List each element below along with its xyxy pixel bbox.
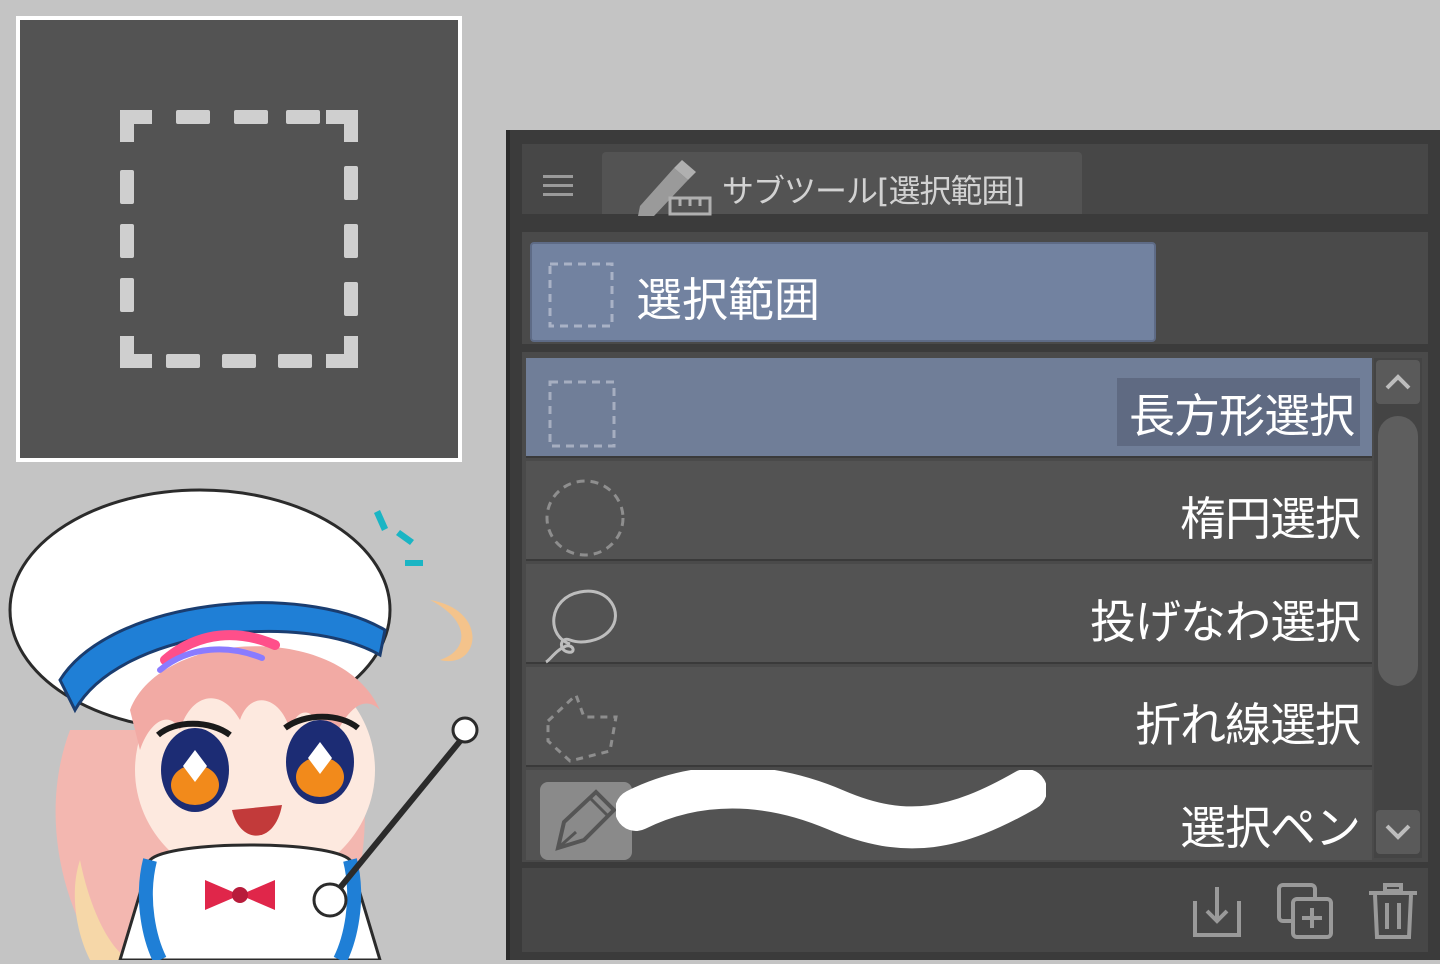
import-subtool-button[interactable] <box>1182 876 1252 946</box>
duplicate-add-icon <box>1277 883 1333 939</box>
polyline-selection-icon <box>546 692 618 763</box>
subtool-group-label: 選択範囲 <box>636 273 820 327</box>
chevron-down-icon <box>1385 824 1411 840</box>
subtool-item-label: 投げなわ選択 <box>1090 595 1361 649</box>
scroll-down-button[interactable] <box>1376 810 1420 854</box>
brush-stroke-preview <box>616 770 1046 849</box>
import-download-icon <box>1193 887 1241 937</box>
trash-icon <box>1369 883 1417 939</box>
scroll-thumb[interactable] <box>1378 416 1418 686</box>
subtool-group-selection-button[interactable]: 選択範囲 <box>530 242 1156 342</box>
subtool-list-scrollbar[interactable] <box>1374 358 1422 858</box>
subtool-item-polyline[interactable]: 折れ線選択 <box>526 667 1372 767</box>
subtool-panel: サブツール[選択範囲] 選択範囲 長方形選択 楕円選択 投げなわ選択 折れ線選択… <box>506 130 1440 960</box>
rectangle-selection-icon <box>548 262 614 328</box>
pencil-ruler-icon <box>638 160 712 216</box>
rectangle-selection-icon <box>120 110 358 368</box>
chevron-up-icon <box>1385 374 1411 390</box>
subtool-panel-footer <box>522 868 1428 952</box>
subtool-item-label: 折れ線選択 <box>1135 698 1361 752</box>
subtool-item-lasso[interactable]: 投げなわ選択 <box>526 564 1372 664</box>
delete-subtool-button[interactable] <box>1358 876 1428 946</box>
subtool-list: 長方形選択 楕円選択 投げなわ選択 折れ線選択 選択ペン <box>526 358 1372 860</box>
tab-label: サブツール[選択範囲] <box>722 172 1025 210</box>
tab-subtool-selection[interactable]: サブツール[選択範囲] <box>602 152 1082 216</box>
panel-menu-button[interactable] <box>528 158 588 214</box>
hamburger-menu-icon <box>543 175 573 196</box>
rectangle-selection-icon <box>548 380 616 448</box>
mascot-character-icon <box>8 488 479 964</box>
duplicate-subtool-button[interactable] <box>1270 876 1340 946</box>
scroll-up-button[interactable] <box>1376 360 1420 404</box>
subtool-list-area: 長方形選択 楕円選択 投げなわ選択 折れ線選択 選択ペン <box>522 352 1428 862</box>
subtool-item-label: 選択ペン <box>1180 801 1361 855</box>
ellipse-selection-icon <box>545 479 625 557</box>
lasso-selection-icon <box>545 589 617 664</box>
panel-tab-bar: サブツール[選択範囲] <box>522 144 1428 216</box>
subtool-item-ellipse[interactable]: 楕円選択 <box>526 461 1372 561</box>
subtool-item-selection-pen[interactable]: 選択ペン <box>526 770 1372 860</box>
selection-icon-preview <box>16 16 462 462</box>
subtool-group-bar: 選択範囲 <box>522 232 1428 344</box>
subtool-item-rectangle[interactable]: 長方形選択 <box>526 358 1372 458</box>
mascot-illustration <box>0 480 500 964</box>
subtool-item-label: 楕円選択 <box>1180 492 1361 546</box>
subtool-item-label: 長方形選択 <box>1117 378 1360 446</box>
